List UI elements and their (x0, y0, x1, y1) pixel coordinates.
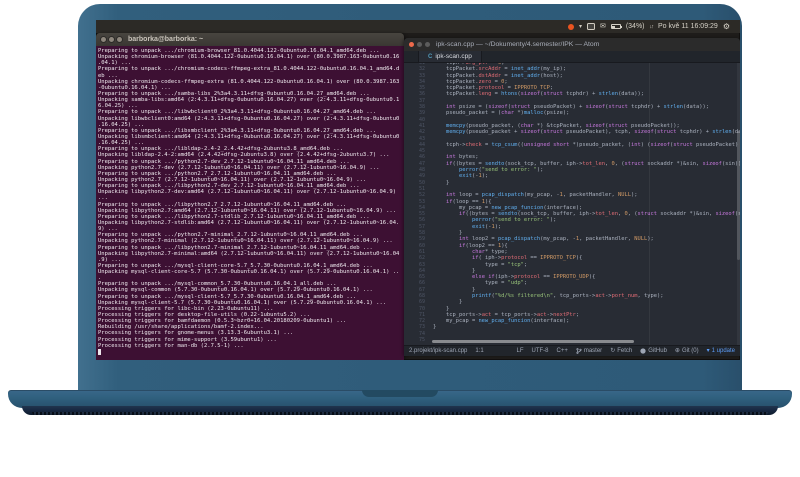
keyboard-layout-icon[interactable] (586, 23, 595, 30)
status-cursor-position[interactable]: 1:1 (475, 348, 483, 354)
battery-percentage[interactable]: (34%) (626, 23, 645, 30)
terminal-close-button[interactable] (101, 37, 106, 42)
git-plus-icon: ⊕ (674, 348, 680, 354)
vertical-scrollbar[interactable] (737, 63, 740, 345)
terminal-maximize-button[interactable] (117, 37, 122, 42)
tab-ipk-scan[interactable]: C ipk-scan.cpp (418, 51, 482, 62)
status-updates[interactable]: ▾ 1 update (707, 348, 735, 354)
update-arrow-icon: ▾ (706, 348, 710, 354)
terminal-minimize-button[interactable] (109, 37, 114, 42)
terminal-output[interactable]: Preparing to unpack .../chromium-browser… (96, 46, 404, 360)
editor-titlebar[interactable]: ipk-scan.cpp — ~/Dokumenty/4.semester/IP… (404, 38, 740, 51)
editor-window: ipk-scan.cpp — ~/Dokumenty/4.semester/IP… (404, 38, 740, 356)
editor-tabbar: C ipk-scan.cpp (404, 51, 740, 63)
editor-minimize-button[interactable] (417, 42, 422, 47)
clock[interactable]: Po kvě 11 16:09:29 (658, 23, 718, 30)
git-branch-icon (576, 348, 582, 354)
sync-icon: ↻ (610, 348, 616, 354)
editor-close-button[interactable] (409, 42, 414, 47)
top-panel: ▾ ✉ (34%) ↓↑ Po kvě 11 16:09:29 ⚙ (96, 20, 740, 33)
laptop-bottom-edge (22, 406, 778, 415)
indicator-caret-icon[interactable]: ▾ (579, 24, 582, 30)
desktop-screen: ▾ ✉ (34%) ↓↑ Po kvě 11 16:09:29 ⚙ barbor… (96, 20, 740, 360)
terminal-window: barborka@barborka: ~ Preparing to unpack… (96, 33, 404, 360)
editor-maximize-button[interactable] (425, 42, 430, 47)
editor-statusbar: 2.projekt/ipk-scan.cpp 1:1 LF UTF-8 C++ … (404, 345, 740, 356)
software-updater-icon[interactable] (567, 23, 574, 30)
battery-icon[interactable] (610, 24, 622, 29)
laptop-mockup: ▾ ✉ (34%) ↓↑ Po kvě 11 16:09:29 ⚙ barbor… (0, 0, 800, 477)
status-grammar[interactable]: C++ (557, 348, 568, 354)
vertical-scrollbar-thumb[interactable] (737, 130, 740, 261)
wrap-guide (649, 63, 650, 345)
cpp-file-icon: C (428, 53, 433, 60)
status-github[interactable]: GitHub (640, 348, 667, 354)
terminal-title: barborka@barborka: ~ (128, 36, 204, 43)
status-git-branch[interactable]: master (576, 348, 602, 354)
status-file-path[interactable]: 2.projekt/ipk-scan.cpp (409, 348, 467, 354)
status-line-ending[interactable]: LF (516, 348, 523, 354)
terminal-titlebar[interactable]: barborka@barborka: ~ (96, 33, 404, 46)
line-number-gutter[interactable]: 31 32 33 34 35 36 37 38 39 40 41 42 43 44 45 46 47 48 49 50… (404, 63, 430, 345)
tab-label: ipk-scan.cpp (435, 53, 472, 60)
laptop-base-notch (362, 390, 438, 397)
status-git-changes[interactable]: ⊕ Git (0) (675, 348, 699, 354)
status-fetch[interactable]: ↻ Fetch (610, 348, 632, 354)
terminal-lines: Preparing to unpack .../chromium-browser… (98, 48, 400, 349)
code-area[interactable]: tcph->urg_ptr = 0; tcpPacket.srcAddr = i… (430, 63, 740, 345)
status-encoding[interactable]: UTF-8 (532, 348, 549, 354)
editor-body[interactable]: 31 32 33 34 35 36 37 38 39 40 41 42 43 44 45 46 47 48 49 50… (404, 63, 740, 345)
terminal-cursor (98, 349, 102, 355)
horizontal-scrollbar[interactable] (432, 340, 634, 343)
messages-envelope-icon[interactable]: ✉ (600, 23, 606, 30)
editor-window-title: ipk-scan.cpp — ~/Dokumenty/4.semester/IP… (436, 41, 600, 48)
network-arrows-icon[interactable]: ↓↑ (650, 24, 654, 30)
github-icon (640, 348, 646, 354)
session-gear-icon[interactable]: ⚙ (723, 22, 730, 31)
